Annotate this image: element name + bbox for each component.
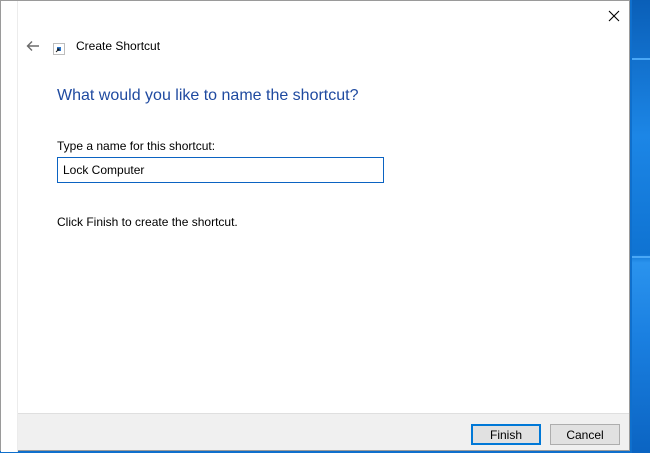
back-arrow-icon <box>26 41 39 51</box>
shortcut-name-label: Type a name for this shortcut: <box>57 139 216 153</box>
desktop-divider <box>632 256 650 258</box>
desktop-background <box>632 0 650 453</box>
create-shortcut-window: Create Shortcut What would you like to n… <box>0 0 630 452</box>
window-left-pane <box>1 1 18 452</box>
cancel-button[interactable]: Cancel <box>550 424 620 445</box>
desktop-divider <box>632 58 650 60</box>
shortcut-icon <box>53 43 65 55</box>
window-title: Create Shortcut <box>76 39 161 53</box>
close-button[interactable] <box>599 5 629 27</box>
dialog-footer: Finish Cancel <box>18 413 629 450</box>
shortcut-name-input[interactable] <box>57 157 384 183</box>
back-button[interactable] <box>22 36 44 56</box>
close-icon <box>608 10 620 22</box>
finish-button[interactable]: Finish <box>471 424 541 445</box>
page-title: What would you like to name the shortcut… <box>57 87 359 104</box>
finish-hint-text: Click Finish to create the shortcut. <box>57 215 238 229</box>
